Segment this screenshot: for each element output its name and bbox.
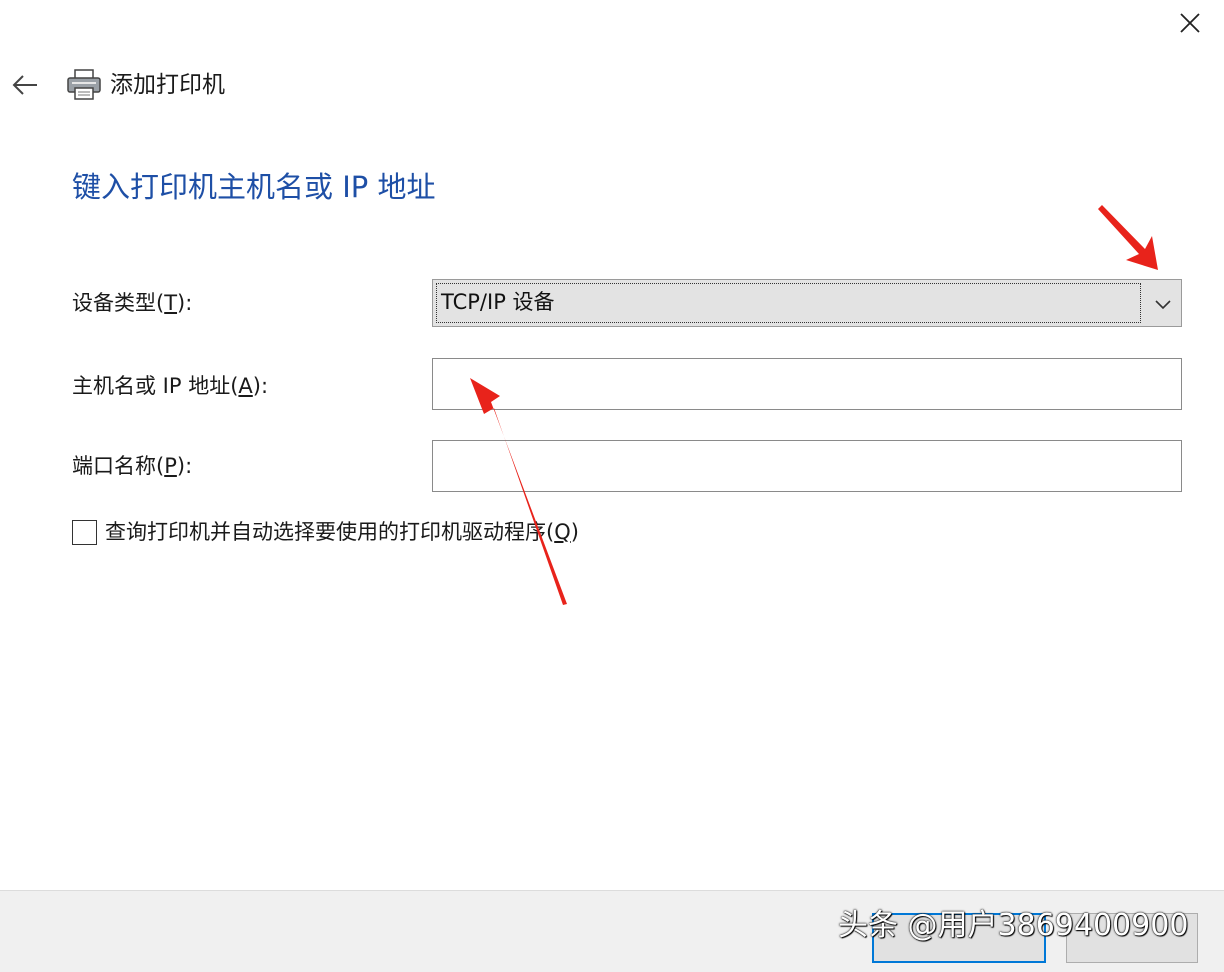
port-input[interactable] xyxy=(432,440,1182,492)
host-label: 主机名或 IP 地址(A): xyxy=(72,374,269,398)
device-type-dropdown[interactable]: TCP/IP 设备 xyxy=(432,279,1182,327)
page-heading: 键入打印机主机名或 IP 地址 xyxy=(72,170,436,204)
device-type-label: 设备类型(T): xyxy=(72,291,193,315)
cancel-button[interactable] xyxy=(1066,913,1198,963)
chevron-down-icon xyxy=(1155,300,1171,310)
host-access-key: A xyxy=(238,374,253,398)
device-type-selected-value: TCP/IP 设备 xyxy=(441,290,555,314)
port-access-key: P xyxy=(164,454,177,478)
next-button[interactable] xyxy=(872,913,1046,963)
host-label-text: 主机名或 IP 地址 xyxy=(72,374,231,398)
back-arrow-icon xyxy=(12,75,37,95)
printer-icon xyxy=(67,69,101,100)
device-type-label-text: 设备类型 xyxy=(72,291,156,315)
query-driver-label-text: 查询打印机并自动选择要使用的打印机驱动程序 xyxy=(105,520,546,544)
back-button[interactable] xyxy=(6,66,44,104)
query-driver-checkbox[interactable] xyxy=(72,519,97,545)
query-driver-checkbox-row[interactable]: 查询打印机并自动选择要使用的打印机驱动程序(Q) xyxy=(72,518,579,546)
window-title: 添加打印机 xyxy=(110,72,225,98)
query-driver-label: 查询打印机并自动选择要使用的打印机驱动程序(Q) xyxy=(105,520,579,544)
close-button[interactable] xyxy=(1168,4,1212,42)
close-icon xyxy=(1180,13,1200,33)
port-label: 端口名称(P): xyxy=(72,454,193,478)
port-label-text: 端口名称 xyxy=(72,454,156,478)
query-driver-access-key: Q xyxy=(554,520,571,544)
footer-bar xyxy=(0,890,1224,972)
device-type-access-key: T xyxy=(164,291,178,315)
annotation-arrow-dropdown xyxy=(1098,205,1158,270)
host-input[interactable] xyxy=(432,358,1182,410)
